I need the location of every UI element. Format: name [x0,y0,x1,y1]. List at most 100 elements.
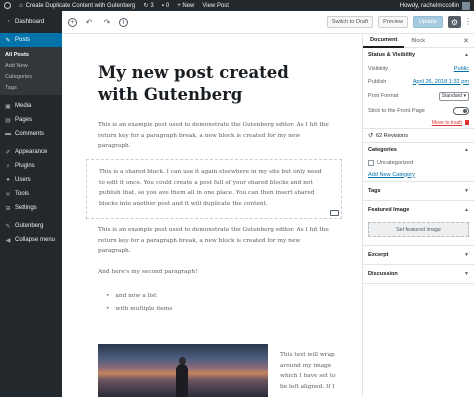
featured-image-toggle[interactable]: Featured Image ▲ [363,201,474,219]
discussion-section: Discussion ▼ [363,265,474,284]
trash-icon[interactable] [465,120,469,125]
list-block[interactable]: and now a list with multiple items [106,290,172,316]
discussion-toggle[interactable]: Discussion ▼ [363,265,474,283]
post-format-select[interactable]: Standard ▾ [438,91,469,101]
settings-gear-icon[interactable]: ⚙ [448,16,461,28]
sidebar-item-tools[interactable]: ✕ Tools [0,187,62,201]
admin-sidebar: ◔ Dashboard ✎ Posts All Posts Add New Cate… [0,11,62,397]
sidebar-item-comments[interactable]: ▬ Comments [0,127,62,141]
paragraph-block[interactable]: And here's my second paragraph! [98,267,332,278]
paragraph-block[interactable]: This is an example post used to demonstr… [98,120,332,152]
revisions-icon: ↺ [368,133,374,139]
chevron-down-icon: ▼ [464,188,469,194]
sidebar-item-pages[interactable]: ▤ Pages [0,113,62,127]
sidebar-item-dashboard[interactable]: ◔ Dashboard [0,15,62,29]
chevron-up-icon: ▲ [464,52,469,58]
shared-block[interactable]: This is a shared block. I can use it aga… [86,159,342,219]
post-title[interactable]: My new post created with Gutenberg [98,62,330,106]
tools-icon: ✕ [5,191,11,198]
add-new-category-link[interactable]: Add New Category [368,172,415,178]
tags-toggle[interactable]: Tags ▼ [363,182,474,200]
comment-icon: ▪ [161,2,164,9]
sidebar-item-media[interactable]: ▣ Media [0,99,62,113]
account-menu[interactable]: Howdy, rachelmccollin [396,0,474,11]
pages-icon: ▤ [5,117,11,124]
tags-section: Tags ▼ [363,182,474,201]
set-featured-image-button[interactable]: Set featured image [368,222,469,237]
tab-block[interactable]: Block [404,34,432,48]
sticky-toggle[interactable] [453,106,469,115]
shared-block-icon[interactable] [330,210,339,216]
sidebar-item-plugins[interactable]: ⚡ Plugins [0,159,62,173]
users-icon: ● [6,177,10,183]
settings-icon: ⊞ [5,205,11,212]
media-icon: ▣ [5,103,11,110]
collapse-icon: ◀ [5,237,11,244]
submenu-add-new[interactable]: Add New [0,60,62,71]
preview-button[interactable]: Preview [378,16,408,28]
plugins-icon: ⚡ [5,163,11,170]
list-item[interactable]: with multiple items [106,303,172,316]
wrap-text-paragraph[interactable]: This text will wrap around my image whic… [280,350,340,392]
sidebar-item-posts[interactable]: ✎ Posts [0,33,62,47]
category-checkbox-row[interactable]: Uncategorized [363,157,474,168]
updates-link[interactable]: ↻ 3 [139,0,157,11]
excerpt-section: Excerpt ▼ [363,246,474,265]
visibility-link[interactable]: Public [454,66,469,72]
sidebar-item-users[interactable]: ● Users [0,173,62,187]
post-image[interactable] [98,344,268,397]
pin-icon: ✎ [5,37,11,44]
sidebar-item-appearance[interactable]: ✐ Appearance [0,145,62,159]
sidebar-item-settings[interactable]: ⊞ Settings [0,201,62,215]
info-icon[interactable]: i [119,17,128,27]
categories-section: Categories ▲ Uncategorized Add New Catego… [363,143,474,182]
dashboard-icon: ◔ [6,19,10,25]
update-button[interactable]: Update [413,16,443,28]
tab-document[interactable]: Document [363,34,405,48]
visibility-row: Visibility Public [368,65,469,72]
settings-panel: Document Block ✕ Status & Visibility ▲ Vi… [362,34,474,397]
revisions-link[interactable]: ↺ 62 Revisions [363,128,474,142]
view-post-link[interactable]: View Post [198,0,233,11]
publish-row: Publish April 26, 2018 1:32 pm [368,78,469,85]
paragraph-block[interactable]: This is an example post used to demonstr… [98,225,332,257]
submenu-categories[interactable]: Categories [0,71,62,82]
post-format-row: Post Format Standard ▾ [363,88,474,104]
shared-block-text[interactable]: This is a shared block. I can use it aga… [87,160,323,209]
new-content-link[interactable]: + New [173,0,198,11]
categories-toggle[interactable]: Categories ▲ [363,143,474,157]
more-options-icon[interactable]: ⋮ [464,18,472,26]
status-visibility-section: Status & Visibility ▲ Visibility Public Pu… [363,48,474,143]
publish-date-link[interactable]: April 26, 2018 1:32 pm [413,79,469,85]
comments-link[interactable]: ▪ 0 [158,0,173,11]
submenu-all-posts[interactable]: All Posts [0,49,62,60]
chevron-up-icon: ▲ [464,207,469,213]
comments-icon: ▬ [5,131,11,137]
chevron-down-icon: ▼ [464,271,469,277]
switch-to-draft-button[interactable]: Switch to Draft [326,16,374,28]
undo-icon[interactable]: ↶ [83,16,95,28]
admin-bar: ⌂ Create Duplicate Content with Gutenberg… [0,0,474,11]
wordpress-logo-icon[interactable] [0,0,15,11]
category-checkbox[interactable] [368,159,374,166]
status-visibility-toggle[interactable]: Status & Visibility ▲ [363,48,474,62]
avatar [462,1,470,10]
add-block-icon[interactable]: + [68,17,77,27]
submenu-tags[interactable]: Tags [0,82,62,93]
sidebar-item-gutenberg[interactable]: ✎ Gutenberg [0,219,62,233]
site-name-link[interactable]: ⌂ Create Duplicate Content with Gutenberg [15,0,139,11]
panel-tabs: Document Block ✕ [363,34,474,48]
editor-content: My new post created with Gutenberg This … [62,34,362,397]
posts-submenu: All Posts Add New Categories Tags [0,47,62,95]
chevron-down-icon: ▼ [464,252,469,258]
collapse-menu-button[interactable]: ◀ Collapse menu [0,233,62,247]
appearance-icon: ✐ [5,149,11,156]
updates-icon: ↻ [143,3,149,9]
move-to-trash-link[interactable]: Move to trash [432,120,462,126]
excerpt-toggle[interactable]: Excerpt ▼ [363,246,474,264]
list-item[interactable]: and now a list [106,290,172,303]
close-icon[interactable]: ✕ [463,37,469,45]
featured-image-section: Featured Image ▲ Set featured image [363,201,474,246]
sticky-row: Stick to the Front Page [363,104,474,117]
redo-icon[interactable]: ↷ [101,16,113,28]
